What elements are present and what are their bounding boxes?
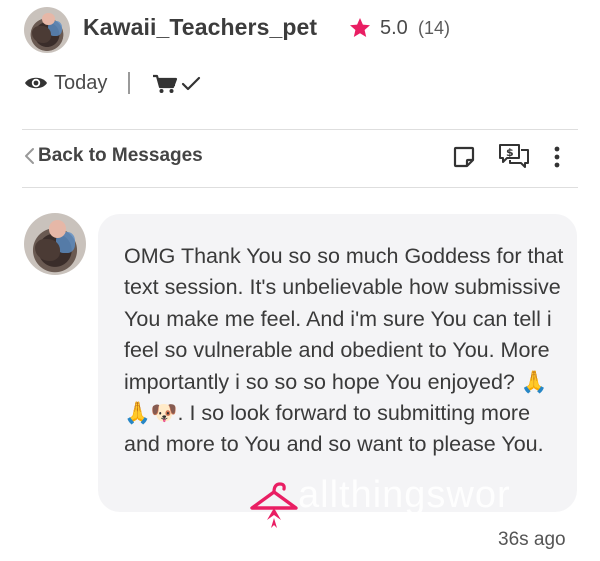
eye-icon xyxy=(25,77,47,89)
watermark-text: allthingswor xyxy=(298,474,511,516)
last-seen-status: Today xyxy=(54,72,108,94)
hanger-logo-icon xyxy=(250,482,298,528)
cart-icon xyxy=(153,74,178,93)
message-text: OMG Thank You so so much Goddess for tha… xyxy=(124,244,564,457)
check-icon xyxy=(181,76,201,91)
rating-count: (14) xyxy=(418,18,451,38)
seller-avatar[interactable] xyxy=(24,7,70,53)
seller-username[interactable]: Kawaii_Teachers_pet xyxy=(83,14,317,41)
more-options-icon[interactable] xyxy=(553,145,561,169)
message-avatar[interactable] xyxy=(24,213,86,275)
note-icon[interactable] xyxy=(452,145,476,169)
divider xyxy=(22,187,578,188)
message-timestamp: 36s ago xyxy=(498,529,566,550)
star-icon xyxy=(350,18,370,37)
separator xyxy=(128,72,130,94)
money-chat-icon[interactable]: $ xyxy=(498,142,530,170)
chevron-left-icon[interactable] xyxy=(23,147,35,165)
back-to-messages-link[interactable]: Back to Messages xyxy=(38,145,203,167)
rating-value: 5.0 xyxy=(380,17,408,39)
divider xyxy=(22,129,578,130)
svg-text:$: $ xyxy=(506,146,514,159)
